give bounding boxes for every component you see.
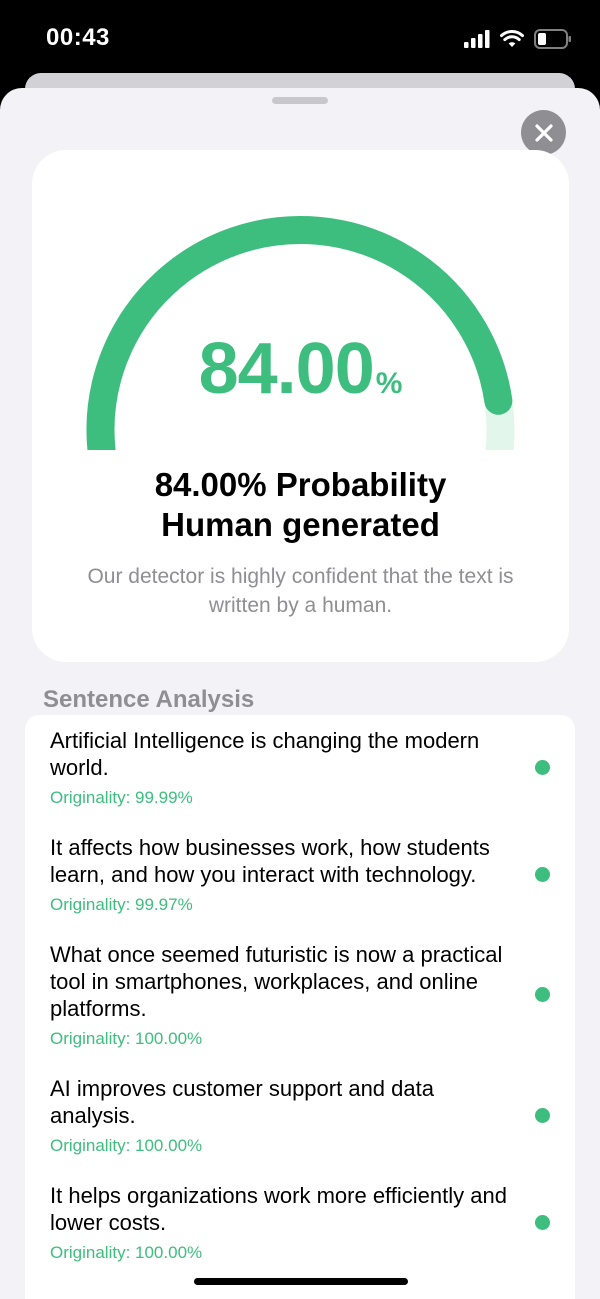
gauge-number: 84.00 (198, 329, 375, 409)
originality-score: Originality: 100.00% (50, 1029, 203, 1048)
battery-icon (534, 29, 571, 49)
list-item[interactable]: Artificial Intelligence is changing the … (25, 727, 575, 808)
list-item[interactable]: What once seemed futuristic is now a pra… (25, 941, 575, 1049)
home-indicator[interactable] (194, 1278, 408, 1285)
originality-score: Originality: 100.00% (50, 1243, 203, 1262)
status-time: 00:43 (46, 24, 110, 51)
result-title: 84.00% Probability Human generated (32, 465, 569, 545)
close-icon (534, 123, 553, 142)
sentence-analysis-list: Artificial Intelligence is changing the … (25, 715, 575, 1299)
sentence-text: Artificial Intelligence is changing the … (50, 728, 480, 780)
list-item[interactable]: It affects how businesses work, how stud… (25, 834, 575, 915)
signal-icon (464, 30, 490, 48)
originality-score: Originality: 99.99% (50, 788, 193, 807)
close-button[interactable] (521, 110, 566, 155)
result-title-line2: Human generated (161, 506, 440, 543)
status-dot (535, 987, 550, 1002)
gauge-value: 84.00% (32, 328, 569, 410)
result-card: 84.00% 84.00% Probability Human generate… (32, 150, 569, 662)
list-item[interactable]: AI improves customer support and data an… (25, 1075, 575, 1156)
status-icons (464, 26, 572, 52)
status-dot (535, 1214, 550, 1230)
sentence-text: It helps organizations work more efficie… (50, 1183, 507, 1235)
sentence-text: It affects how businesses work, how stud… (50, 835, 490, 887)
result-title-line1: 84.00% Probability (154, 466, 447, 503)
gauge-unit: % (375, 367, 403, 400)
wifi-icon (500, 30, 524, 47)
modal-sheet: 84.00% 84.00% Probability Human generate… (0, 88, 600, 1299)
originality-score: Originality: 99.97% (50, 895, 193, 914)
section-title-sentence-analysis: Sentence Analysis (43, 686, 255, 713)
status-dot (535, 866, 550, 882)
sheet-grabber[interactable] (272, 97, 328, 104)
status-dot (535, 759, 550, 775)
sentence-text: What once seemed futuristic is now a pra… (50, 942, 503, 1021)
list-item[interactable]: It helps organizations work more efficie… (25, 1182, 575, 1263)
status-dot (535, 1107, 550, 1123)
result-description: Our detector is highly confident that th… (87, 565, 514, 617)
sentence-text: AI improves customer support and data an… (50, 1076, 434, 1128)
status-bar: 00:43 (0, 0, 600, 80)
originality-score: Originality: 100.00% (50, 1136, 203, 1155)
